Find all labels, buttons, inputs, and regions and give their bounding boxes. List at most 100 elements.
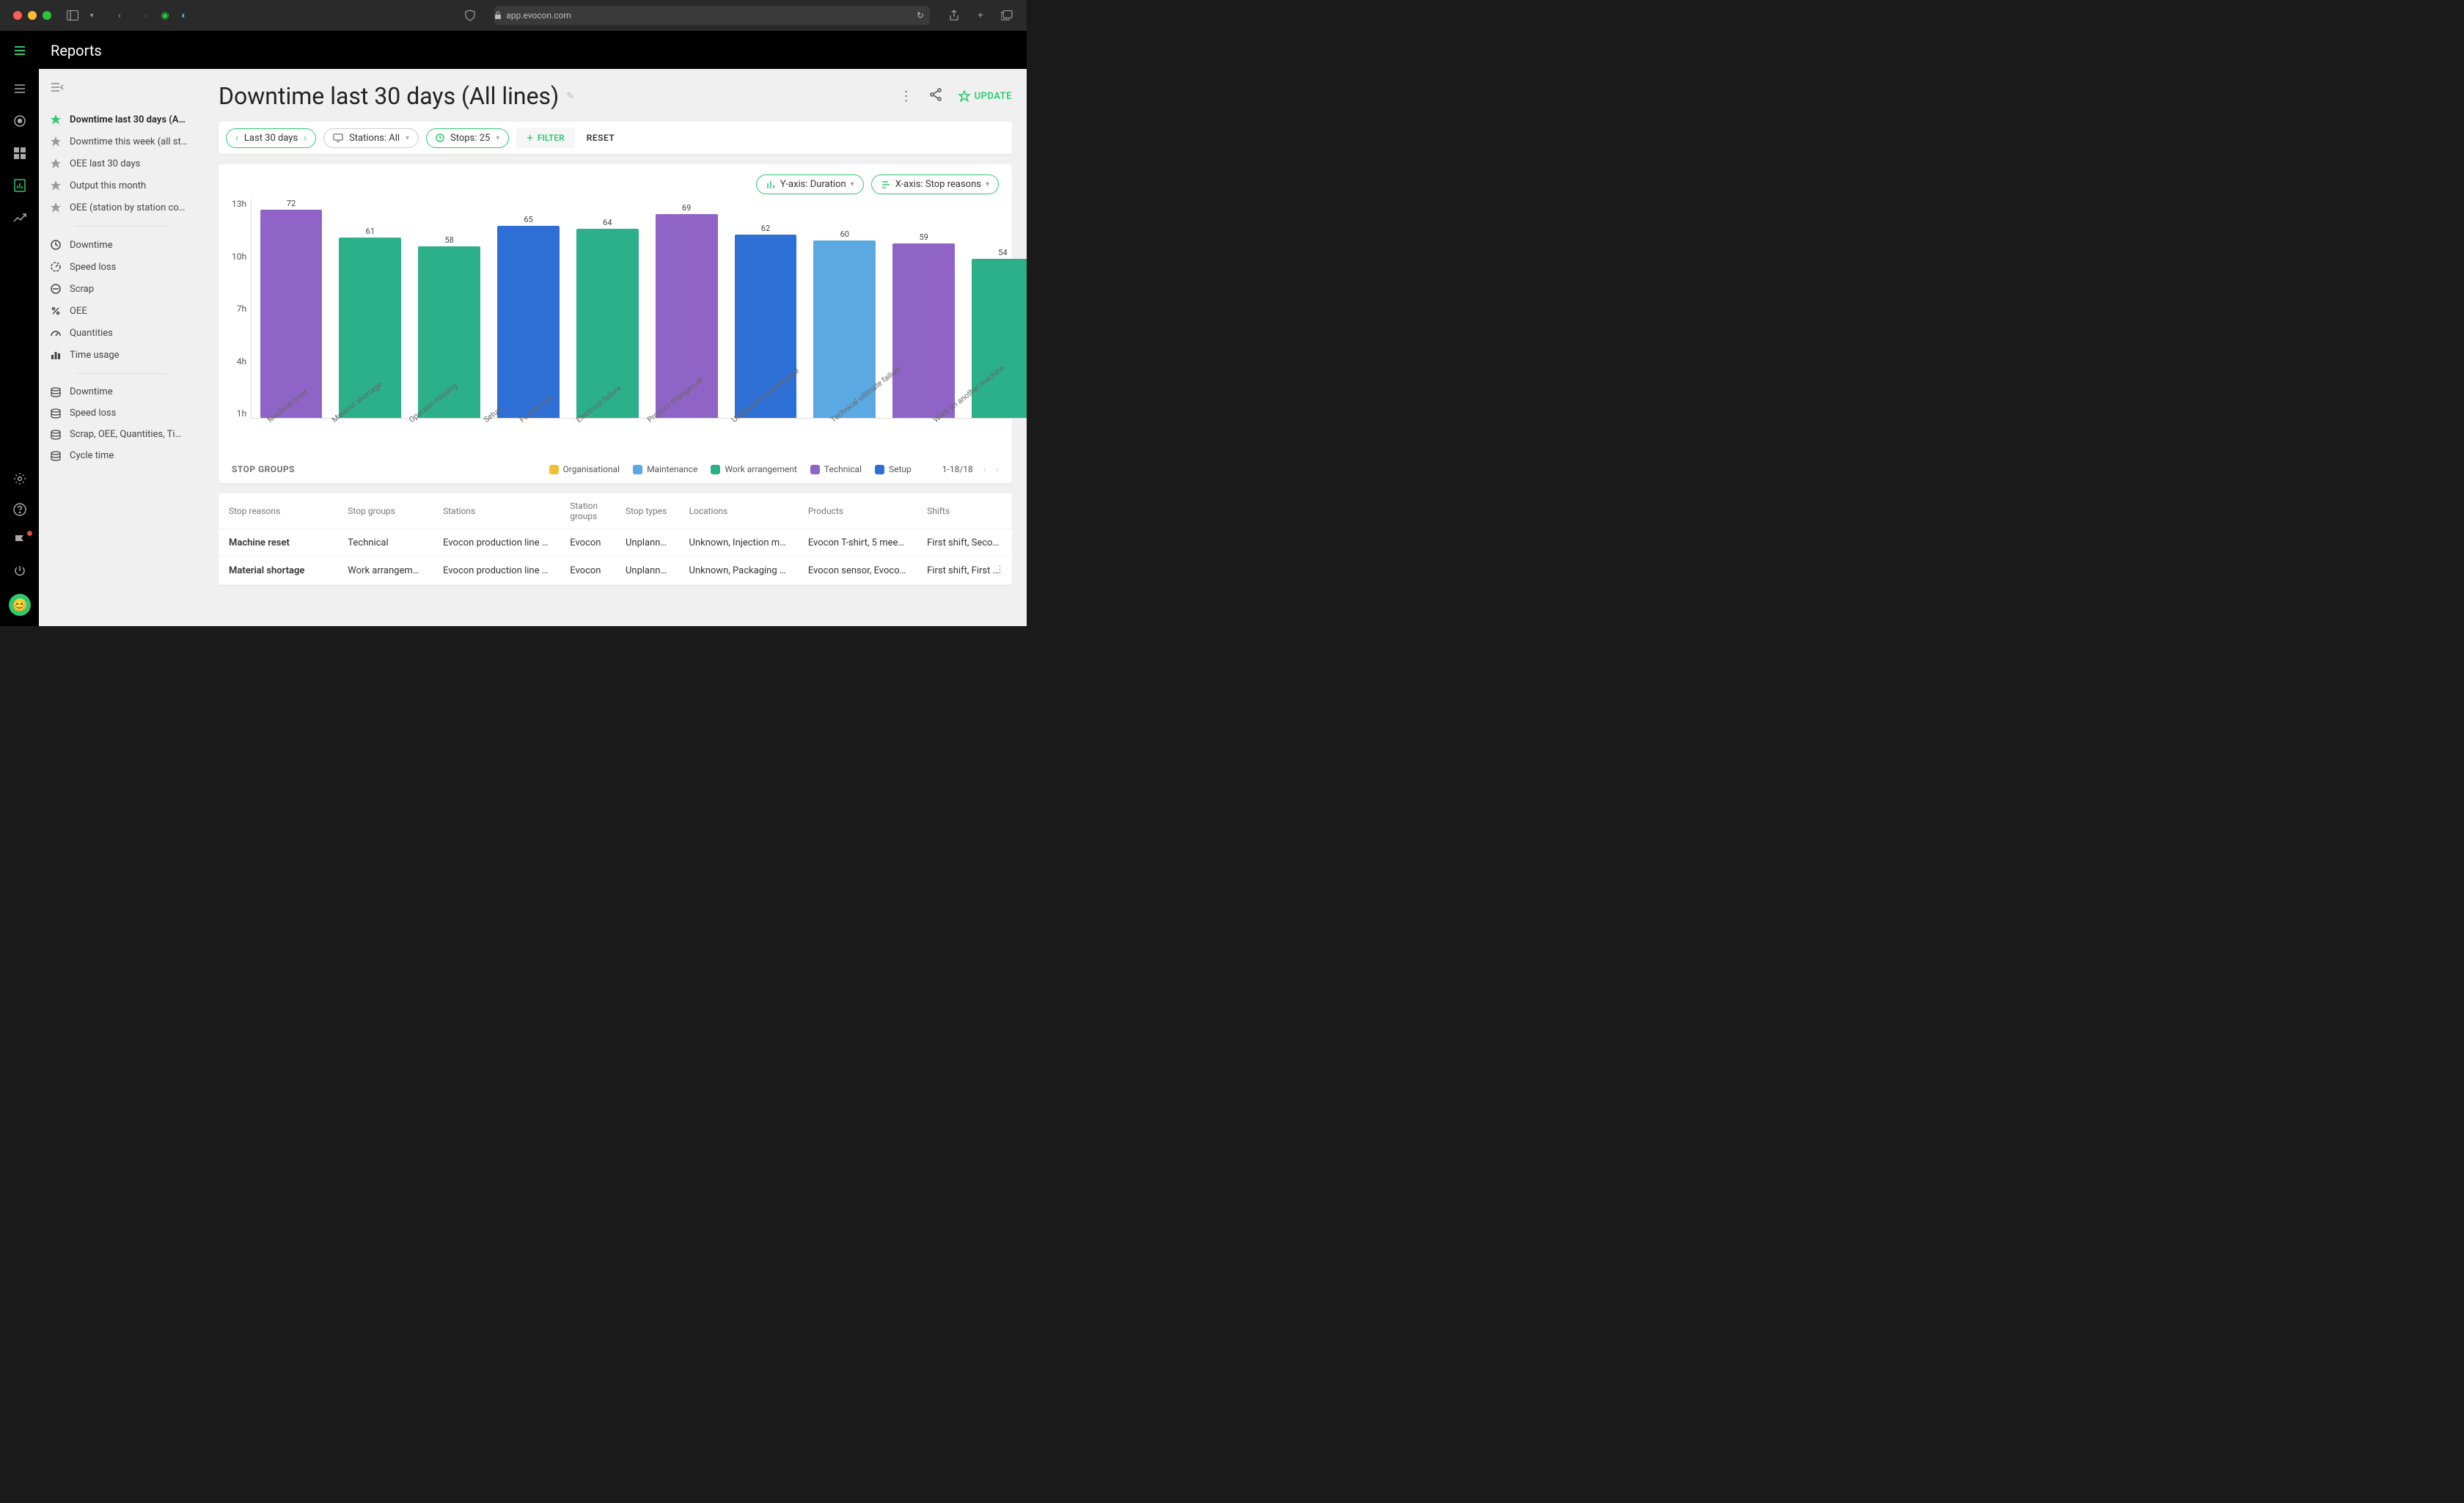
url-bar[interactable]: app.evocon.com ↻ [494,6,930,25]
reset-button[interactable]: RESET [587,133,615,143]
star-icon [49,114,62,125]
rail-dashboard-icon[interactable] [12,145,28,161]
tabs-icon[interactable] [1000,9,1013,22]
table-column-header[interactable]: Station groups [560,493,615,529]
export-item[interactable]: Cycle time [46,445,197,466]
table-column-header[interactable]: Stop types [615,493,679,529]
bar-value: 60 [840,229,849,239]
lock-icon [494,11,502,20]
shield-icon[interactable] [463,9,477,22]
chevron-left-icon[interactable]: ‹ [235,133,238,144]
x-axis-labels: Machine resetMaterial shortageOperator m… [251,419,1027,464]
filter-bar: ‹ Last 30 days › Stations: All ▾ Stops: … [219,122,1012,154]
table-column-header[interactable]: Locations [679,493,798,529]
table-column-header[interactable]: Stop reasons [219,493,337,529]
rail-trend-icon[interactable] [12,210,28,226]
edit-title-icon[interactable]: ✎ [566,91,574,102]
period-filter[interactable]: ‹ Last 30 days › [226,128,316,148]
favorite-item[interactable]: Downtime this week (all st… [46,131,197,152]
report-type-item[interactable]: OEE [46,300,197,322]
minimize-window[interactable] [28,11,37,20]
browser-chrome: ▾ ‹ › ◉ ◐ app.evocon.com ↻ + [0,0,1027,32]
export-item[interactable]: Speed loss [46,403,197,424]
rail-reports-icon[interactable] [12,177,28,194]
sidebar-toggle-icon[interactable] [66,9,79,22]
collapse-sidebar-icon[interactable] [46,78,197,100]
report-type-item[interactable]: Speed loss [46,256,197,278]
app-title: Reports [51,42,102,59]
notifications-icon[interactable] [12,532,28,548]
chevron-down-icon[interactable]: ▾ [85,9,98,22]
report-label: Scrap [70,284,94,295]
settings-icon[interactable] [12,471,28,487]
report-type-item[interactable]: Time usage [46,344,197,366]
share-icon[interactable] [947,9,961,22]
table-cell: Unplanned [615,557,679,585]
bar-column[interactable]: 65 [492,199,565,418]
new-tab-icon[interactable]: + [974,9,987,22]
bar-value: 69 [682,203,691,213]
pager-next-icon[interactable]: › [996,464,999,474]
help-icon[interactable] [12,501,28,518]
legend-swatch [711,465,720,474]
table-menu-icon[interactable]: ⋮ [995,565,1005,576]
caret-down-icon: ▾ [986,180,989,188]
main-panel: Downtime last 30 days (All lines) ✎ ⋮ UP… [204,69,1027,626]
share-report-icon[interactable] [929,88,942,104]
table-cell: Work arrangement [337,557,433,585]
xaxis-selector[interactable]: X-axis: Stop reasons ▾ [871,174,999,194]
back-icon[interactable]: ‹ [113,9,126,22]
legend-item[interactable]: Maintenance [633,464,697,474]
export-icon [49,451,62,461]
stations-filter[interactable]: Stations: All ▾ [323,128,419,148]
report-type-item[interactable]: Downtime [46,234,197,256]
divider [76,226,167,227]
reload-icon[interactable]: ↻ [917,10,924,21]
report-type-item[interactable]: Scrap [46,278,197,300]
maximize-window[interactable] [43,11,51,20]
chevron-right-icon[interactable]: › [304,133,307,144]
table-column-header[interactable]: Shifts [917,493,1012,529]
yaxis-selector[interactable]: Y-axis: Duration ▾ [756,174,864,194]
update-button[interactable]: UPDATE [958,90,1012,102]
scrap-icon [49,283,62,295]
table-cell: Evocon sensor, Evocon T-… [798,557,917,585]
legend-item[interactable]: Setup [875,464,912,474]
favorite-item[interactable]: OEE last 30 days [46,152,197,174]
favorite-item[interactable]: Output this month [46,174,197,196]
avatar[interactable]: 😊 [9,594,31,616]
legend-item[interactable]: Work arrangement [711,464,797,474]
rail-record-icon[interactable] [12,113,28,129]
star-icon [49,180,62,191]
export-label: Cycle time [70,450,114,461]
menu-toggle[interactable] [0,44,39,57]
table-row[interactable]: Material shortageWork arrangementEvocon … [219,557,1012,585]
legend-swatch [875,465,884,474]
rail-list-icon[interactable] [12,81,28,97]
bar-icon [49,349,62,361]
favorite-item[interactable]: OEE (station by station co… [46,196,197,218]
close-window[interactable] [13,11,22,20]
table-column-header[interactable]: Stations [433,493,560,529]
legend-item[interactable]: Organisational [549,464,620,474]
more-icon[interactable]: ⋮ [900,89,913,104]
export-item[interactable]: Downtime [46,381,197,403]
bar-column[interactable]: 72 [254,199,328,418]
add-filter-button[interactable]: + FILTER [516,128,574,148]
favorite-item[interactable]: Downtime last 30 days (A… [46,109,197,131]
pager-prev-icon[interactable]: ‹ [983,464,986,474]
power-icon[interactable] [12,563,28,579]
table-column-header[interactable]: Stop groups [337,493,433,529]
period-label: Last 30 days [244,133,298,144]
favorite-label: Downtime this week (all st… [70,136,187,147]
legend-item[interactable]: Technical [810,464,862,474]
stops-filter[interactable]: Stops: 25 ▾ [426,128,509,148]
table-row[interactable]: Machine resetTechnicalEvocon production … [219,529,1012,557]
chart-card: Y-axis: Duration ▾ X-axis: Stop reasons … [219,164,1012,483]
report-type-item[interactable]: Quantities [46,322,197,344]
table-cell: Evocon [560,529,615,557]
extension-icon-2[interactable]: ◐ [177,9,191,22]
extension-icon-1[interactable]: ◉ [158,9,172,22]
table-column-header[interactable]: Products [798,493,917,529]
export-item[interactable]: Scrap, OEE, Quantities, Ti… [46,424,197,445]
